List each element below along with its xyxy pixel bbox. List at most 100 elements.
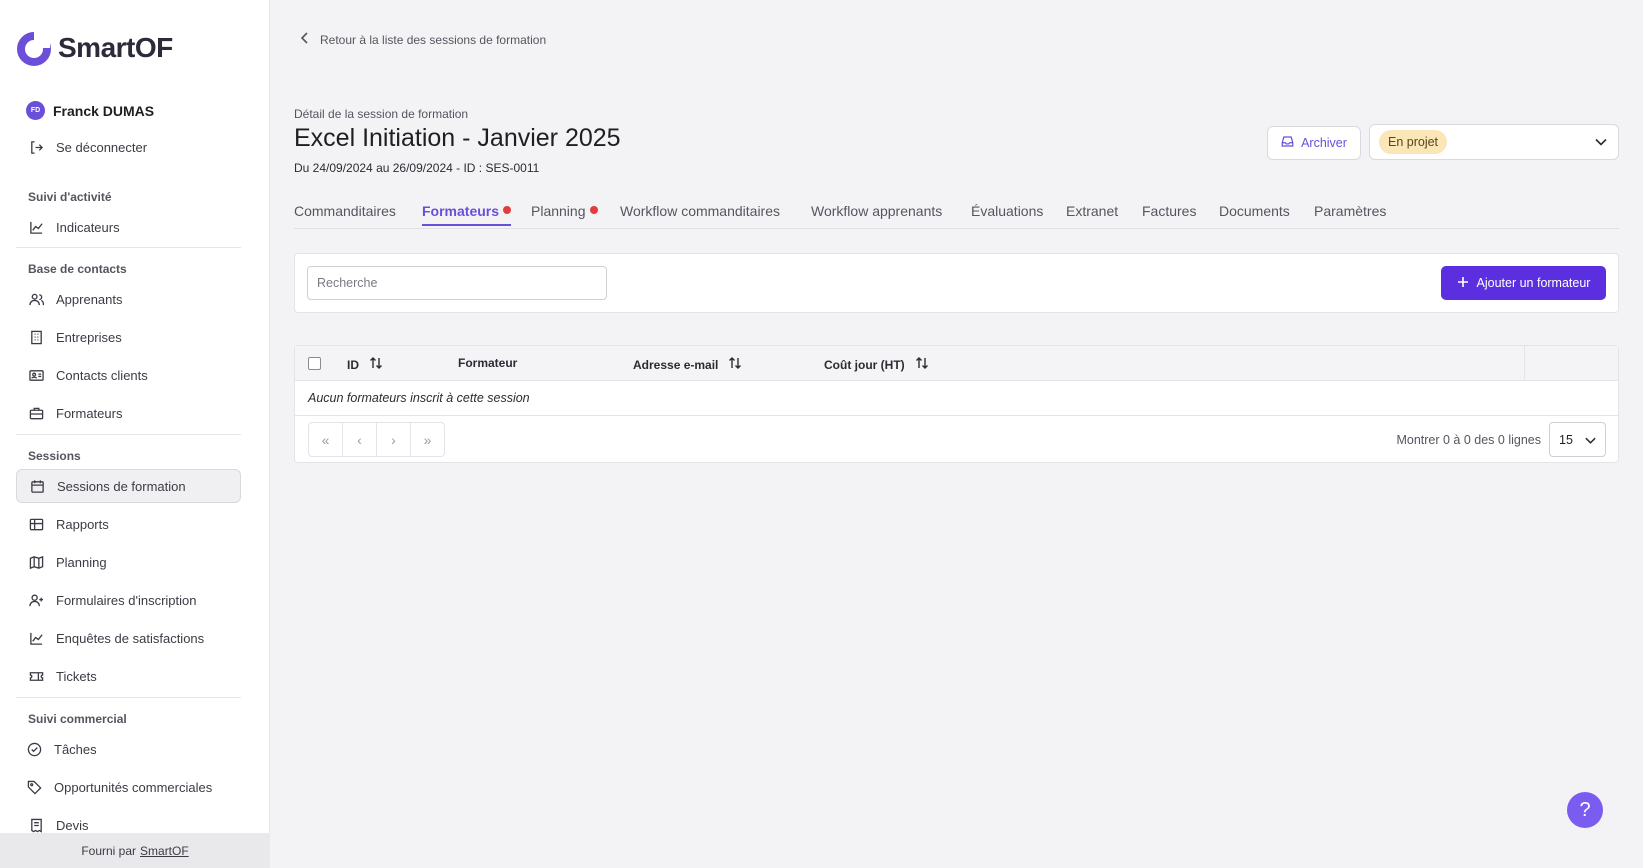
archive-label: Archiver — [1301, 136, 1347, 150]
archive-button[interactable]: Archiver — [1267, 126, 1361, 160]
tab-documents[interactable]: Documents — [1219, 203, 1290, 219]
sidebar-item-label: Entreprises — [56, 329, 122, 345]
logout-button[interactable]: Se déconnecter — [16, 130, 241, 164]
sidebar-item-apprenants[interactable]: Apprenants — [16, 282, 241, 316]
column-divider — [1524, 346, 1525, 381]
section-activity: Suivi d'activité — [28, 190, 112, 204]
divider — [16, 697, 241, 698]
tab-planning[interactable]: Planning — [531, 203, 598, 219]
column-header-formateur: Formateur — [458, 356, 517, 370]
page-subtitle: Détail de la session de formation — [294, 107, 469, 121]
chevron-down-icon — [1594, 135, 1608, 154]
tab-commanditaires[interactable]: Commanditaires — [294, 203, 396, 219]
tag-icon — [26, 779, 42, 795]
sidebar-item-opportunites[interactable]: Opportunités commerciales — [16, 770, 241, 804]
logout-icon — [28, 139, 44, 155]
rows-info: Montrer 0 à 0 des 0 lignes — [1396, 433, 1541, 447]
search-input[interactable] — [307, 266, 607, 300]
sidebar-item-planning[interactable]: Planning — [16, 545, 241, 579]
column-label: Adresse e-mail — [633, 357, 719, 372]
sidebar-item-label: Formateurs — [56, 405, 123, 421]
sidebar-item-formateurs[interactable]: Formateurs — [16, 396, 241, 430]
sort-icon — [369, 356, 383, 373]
users-icon — [28, 291, 44, 307]
sidebar-item-label: Devis — [56, 817, 89, 833]
app-logo[interactable]: SmartOF — [16, 30, 173, 66]
prev-page-button[interactable]: ‹ — [342, 422, 377, 457]
sidebar-item-taches[interactable]: Tâches — [16, 732, 241, 766]
chevrons-left-icon: « — [321, 431, 330, 448]
divider — [16, 247, 241, 248]
chevron-down-icon — [1584, 434, 1597, 450]
last-page-button[interactable]: » — [410, 422, 445, 457]
session-meta: Du 24/09/2024 au 26/09/2024 - ID : SES-0… — [294, 161, 540, 175]
section-commercial: Suivi commercial — [28, 712, 127, 726]
tab-workflow-apprenants[interactable]: Workflow apprenants — [811, 203, 942, 219]
ticket-icon — [28, 668, 44, 684]
column-header-id[interactable]: ID — [347, 356, 383, 373]
chevron-left-icon: ‹ — [357, 431, 362, 448]
tab-label: Formateurs — [422, 203, 500, 219]
sidebar-item-label: Apprenants — [56, 291, 123, 307]
chevron-left-icon — [300, 32, 310, 47]
sidebar-item-entreprises[interactable]: Entreprises — [16, 320, 241, 354]
sidebar-item-label: Tickets — [56, 668, 97, 684]
sidebar-item-formulaires[interactable]: Formulaires d'inscription — [16, 583, 241, 617]
trainers-table: ID Formateur Adresse e-mail Coût jour (H… — [294, 345, 1619, 463]
tab-factures[interactable]: Factures — [1142, 203, 1196, 219]
help-button[interactable]: ? — [1567, 792, 1603, 828]
tab-label: Extranet — [1066, 203, 1119, 219]
first-page-button[interactable]: « — [308, 422, 343, 457]
tab-bar: Commanditaires Formateurs Planning Workf… — [294, 203, 1619, 229]
column-header-email[interactable]: Adresse e-mail — [633, 356, 742, 373]
tab-label: Commanditaires — [294, 203, 396, 219]
sidebar-item-sessions-formation[interactable]: Sessions de formation — [16, 469, 241, 503]
plus-icon — [1457, 276, 1469, 291]
sidebar-item-enquetes[interactable]: Enquêtes de satisfactions — [16, 621, 241, 655]
sidebar-item-tickets[interactable]: Tickets — [16, 659, 241, 693]
user-block: FD Franck DUMAS — [26, 101, 154, 120]
tab-workflow-commanditaires[interactable]: Workflow commanditaires — [620, 203, 780, 219]
per-page-select[interactable]: 15 — [1549, 422, 1606, 457]
tab-parametres[interactable]: Paramètres — [1314, 203, 1386, 219]
calendar-icon — [29, 478, 45, 494]
back-label: Retour à la liste des sessions de format… — [320, 32, 547, 47]
column-label: ID — [347, 357, 359, 372]
tab-evaluations[interactable]: Évaluations — [971, 203, 1043, 219]
sidebar-item-label: Tâches — [54, 741, 97, 757]
chevrons-right-icon: » — [423, 431, 432, 448]
section-sessions: Sessions — [28, 449, 81, 463]
sort-icon — [915, 356, 929, 373]
sidebar-item-label: Rapports — [56, 516, 109, 532]
status-select[interactable]: En projet — [1369, 124, 1619, 160]
column-label: Formateur — [458, 356, 518, 370]
sidebar-footer: Fourni par SmartOF — [0, 833, 270, 868]
user-name: Franck DUMAS — [53, 102, 155, 119]
chart-line-icon — [28, 630, 44, 646]
toolbar-card: Ajouter un formateur — [294, 253, 1619, 313]
sidebar-item-rapports[interactable]: Rapports — [16, 507, 241, 541]
id-card-icon — [28, 367, 44, 383]
tab-extranet[interactable]: Extranet — [1066, 203, 1118, 219]
sidebar-item-contacts-clients[interactable]: Contacts clients — [16, 358, 241, 392]
add-trainer-button[interactable]: Ajouter un formateur — [1441, 266, 1606, 300]
column-header-cout[interactable]: Coût jour (HT) — [824, 356, 929, 373]
back-link[interactable]: Retour à la liste des sessions de format… — [300, 32, 546, 47]
alert-dot-icon — [503, 206, 512, 214]
status-badge: En projet — [1379, 130, 1448, 154]
tab-label: Documents — [1219, 203, 1290, 219]
tab-label: Factures — [1142, 203, 1197, 219]
select-all-checkbox[interactable] — [308, 357, 321, 370]
footer-link[interactable]: SmartOF — [140, 844, 189, 858]
sidebar-item-indicateurs[interactable]: Indicateurs — [16, 210, 241, 244]
tab-label: Évaluations — [971, 203, 1044, 219]
empty-message: Aucun formateurs inscrit à cette session — [308, 391, 530, 405]
footer-prefix: Fourni par — [81, 843, 137, 858]
chart-line-icon — [28, 219, 44, 235]
tab-formateurs[interactable]: Formateurs — [422, 203, 512, 226]
sidebar: SmartOF FD Franck DUMAS Se déconnecter S… — [0, 0, 270, 868]
next-page-button[interactable]: › — [376, 422, 411, 457]
user-plus-icon — [28, 592, 44, 608]
pagination: « ‹ › » — [308, 422, 445, 457]
sidebar-item-label: Planning — [56, 554, 107, 570]
